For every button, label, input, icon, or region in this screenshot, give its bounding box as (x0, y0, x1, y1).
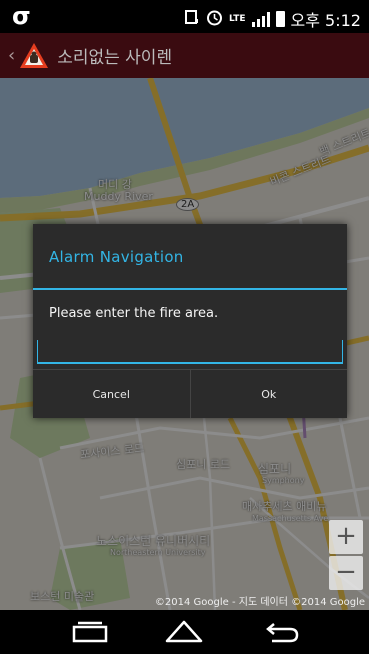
app-title: 소리없는 사이렌 (57, 48, 173, 68)
battery-icon (275, 11, 285, 27)
alarm-navigation-dialog: Alarm Navigation Please enter the fire a… (33, 224, 347, 418)
back-icon[interactable] (262, 618, 302, 646)
notification-icon (184, 9, 200, 29)
chevron-left-icon[interactable]: ‹ (8, 45, 15, 66)
ok-button[interactable]: Ok (189, 370, 348, 418)
alarm-clock-icon (206, 9, 223, 30)
zoom-out-button[interactable]: − (329, 556, 363, 590)
zoom-in-button[interactable]: + (329, 520, 363, 554)
cancel-button[interactable]: Cancel (33, 370, 190, 418)
navigation-bar (0, 610, 369, 654)
clock: 오후 5:12 (290, 11, 361, 30)
signal-strength-icon (251, 11, 270, 27)
dialog-message: Please enter the fire area. (49, 306, 219, 321)
action-bar: ‹ 소리없는 사이렌 (0, 33, 369, 78)
home-icon[interactable] (164, 618, 204, 646)
dialog-button-row: Cancel Ok (33, 369, 347, 418)
recent-apps-icon[interactable] (70, 618, 110, 646)
status-bar: σ LTE 오후 5:12 (0, 0, 369, 33)
carrier-logo: σ (12, 2, 31, 30)
lte-indicator: LTE (228, 13, 246, 24)
dialog-title-divider (33, 288, 347, 290)
dialog-title: Alarm Navigation (49, 248, 184, 266)
map-copyright: ©2014 Google - 지도 데이터 ©2014 Google (154, 597, 365, 608)
warning-siren-icon[interactable] (19, 41, 49, 71)
status-icons: LTE 오후 5:12 (184, 7, 361, 31)
fire-area-input[interactable] (37, 340, 343, 364)
